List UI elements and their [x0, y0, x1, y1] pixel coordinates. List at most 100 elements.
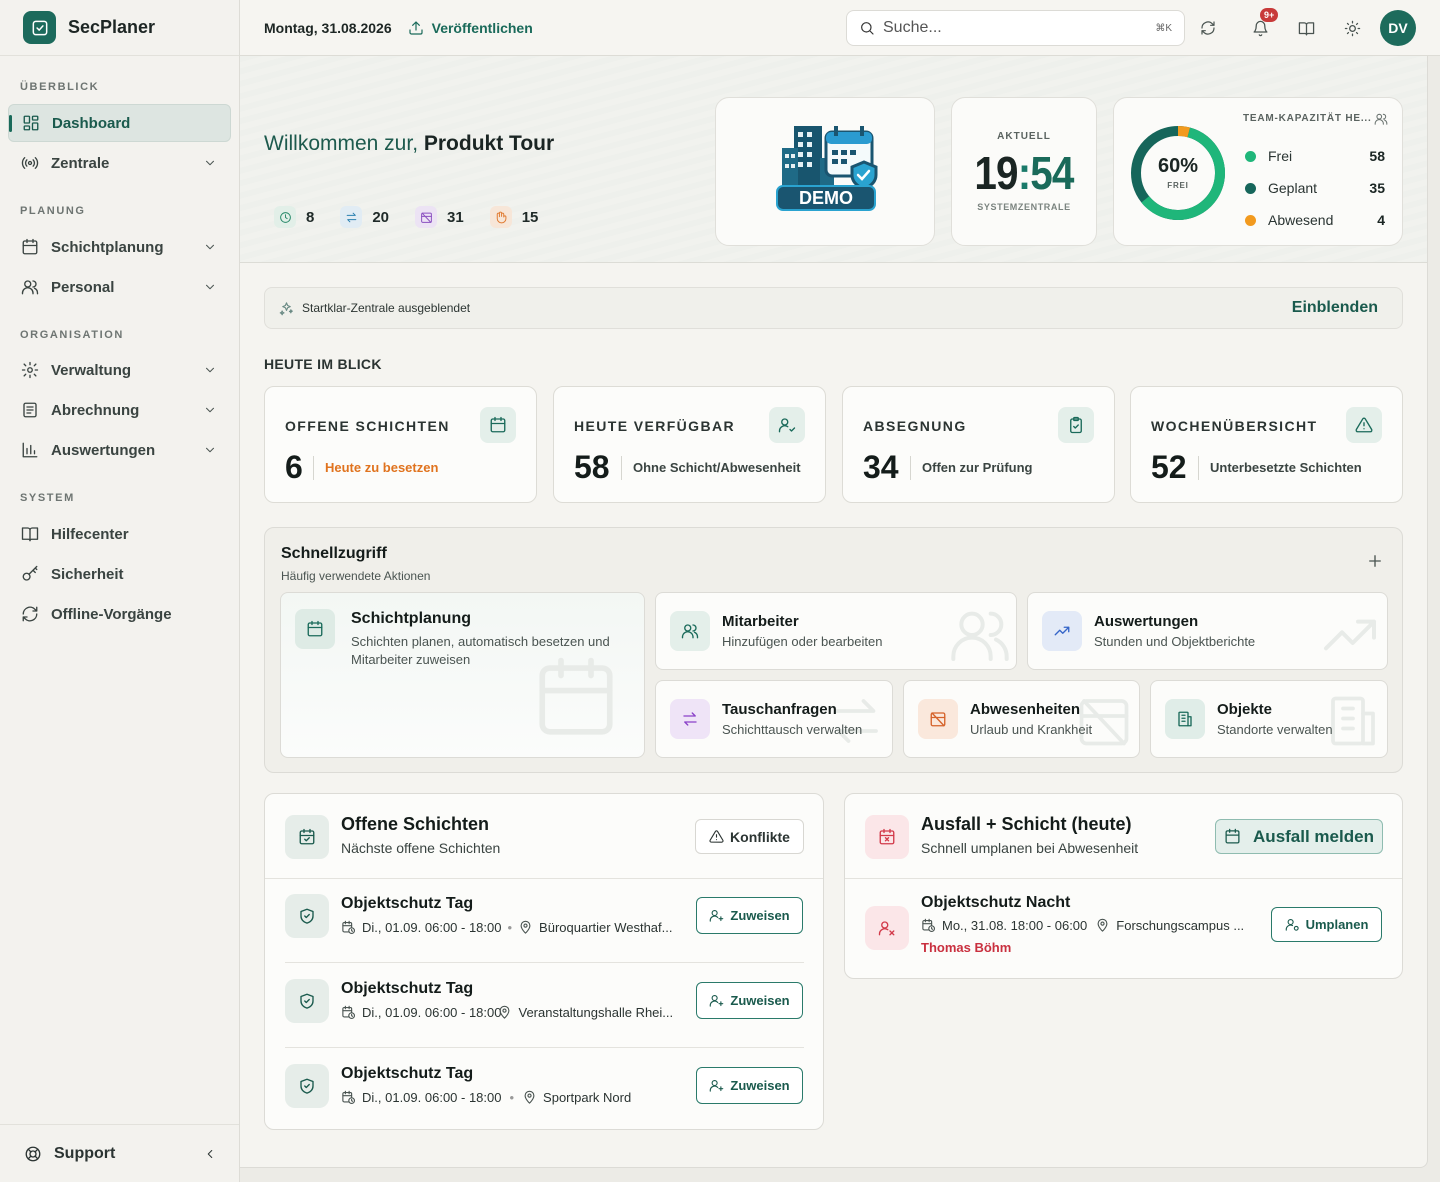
startklar-text: Startklar-Zentrale ausgeblendet: [302, 301, 471, 315]
chevron-down-icon: [205, 244, 215, 250]
quick-action-desc: Urlaub und Krankheit: [970, 722, 1093, 737]
quick-action-tauschanfragen[interactable]: Tauschanfragen Schichttausch verwalten: [655, 680, 893, 758]
stat-value: 20: [372, 208, 390, 226]
kpi-card-wochenuebersicht[interactable]: WOCHENÜBERSICHT 52 Unterbesetzte Schicht…: [1130, 386, 1403, 503]
demo-building-icon: DEMO: [776, 126, 878, 211]
sparkles-icon: [279, 301, 293, 315]
nav-section-ueberblick: ÜBERBLICK: [20, 81, 100, 93]
sidebar-item-hilfecenter[interactable]: Hilfecenter: [8, 515, 231, 553]
quick-action-desc: Schichten planen, automatisch besetzen u…: [351, 634, 610, 667]
clock-hours: 19: [974, 147, 1018, 199]
sidebar-item-offline-vorgaenge[interactable]: Offline-Vorgänge: [8, 595, 231, 633]
sidebar-item-verwaltung[interactable]: Verwaltung: [8, 351, 231, 389]
kpi-card-offene-schichten[interactable]: OFFENE SCHICHTEN 6 Heute zu besetzen: [264, 386, 537, 503]
assign-button[interactable]: Zuweisen: [696, 897, 803, 934]
search-input[interactable]: [883, 19, 1143, 37]
stat-value: 31: [447, 208, 464, 226]
stat-swaps[interactable]: 20: [340, 206, 389, 228]
plus-icon[interactable]: [1366, 552, 1384, 570]
book-open-icon: [1298, 21, 1314, 36]
user-plus-icon: [710, 994, 724, 1007]
kpi-card-heute-verfuegbar[interactable]: HEUTE VERFÜGBAR 58 Ohne Schicht/Abwesenh…: [553, 386, 826, 503]
stat-absences[interactable]: 31: [415, 206, 464, 228]
kpi-card-absegnung[interactable]: ABSEGNUNG 34 Offen zur Prüfung: [842, 386, 1115, 503]
clock-label: AKTUELL: [997, 131, 1051, 142]
clock-time: 19:54: [974, 147, 1074, 199]
legend-item-frei: Frei 58: [1245, 148, 1385, 164]
sidebar-item-schichtplanung[interactable]: Schichtplanung: [8, 228, 231, 266]
nav-section-planung: PLANUNG: [20, 205, 86, 217]
absence-shift-location: Forschungscampus ...: [1116, 918, 1245, 933]
stat-hours[interactable]: 8: [274, 206, 314, 228]
assign-label: Zuweisen: [730, 1078, 790, 1093]
collapse-sidebar-icon[interactable]: [203, 1147, 217, 1161]
replan-button[interactable]: Umplanen: [1271, 907, 1382, 942]
clock-sublabel: SYSTEMZENTRALE: [977, 202, 1071, 212]
shift-row: Objektschutz Tag Di., 01.09. 06:00 - 18:…: [285, 1048, 804, 1133]
hero-stats: 8 20 31 15: [274, 206, 564, 228]
refresh-button[interactable]: [1196, 16, 1220, 40]
map-pin-icon: [524, 1090, 535, 1104]
main-content: Willkommen zur, Produkt Tour 8 20 31 15: [240, 56, 1428, 1168]
shift-meta: Di., 01.09. 06:00 - 18:00 • Büroquartier…: [341, 920, 672, 935]
quick-action-objekte[interactable]: Objekte Standorte verwalten: [1150, 680, 1388, 758]
nav-section-organisation: ORGANISATION: [20, 329, 124, 341]
quick-action-schichtplanung[interactable]: Schichtplanung Schichten planen, automat…: [280, 592, 645, 758]
conflicts-button[interactable]: Konflikte: [695, 819, 804, 854]
calendar-off-icon: [420, 212, 432, 223]
assign-button[interactable]: Zuweisen: [696, 982, 803, 1019]
donut-center: 60% FREI: [1128, 155, 1228, 190]
legend-label: Abwesend: [1268, 212, 1334, 228]
calendar-icon: [22, 238, 38, 255]
sidebar-item-auswertungen[interactable]: Auswertungen: [8, 431, 231, 469]
kpi-desc: Offen zur Prüfung: [922, 460, 1033, 475]
absence-shift-time: Mo., 31.08. 18:00 - 06:00: [942, 918, 1088, 933]
shift-meta: Di., 01.09. 06:00 - 18:00 Veranstaltungs…: [341, 1005, 673, 1020]
sidebar-item-zentrale[interactable]: Zentrale: [8, 144, 231, 182]
notifications-button[interactable]: 9+: [1248, 8, 1279, 40]
replan-label: Umplanen: [1305, 917, 1369, 932]
brand[interactable]: SecPlaner: [0, 0, 239, 56]
quick-action-mitarbeiter[interactable]: Mitarbeiter Hinzufügen oder bearbeiten: [655, 592, 1017, 670]
publish-button[interactable]: Veröffentlichen: [408, 20, 533, 36]
sidebar-item-abrechnung[interactable]: Abrechnung: [8, 391, 231, 429]
shift-location: Sportpark Nord: [543, 1090, 632, 1105]
sidebar-item-dashboard[interactable]: Dashboard: [8, 104, 231, 142]
welcome-heading: Willkommen zur, Produkt Tour: [264, 132, 554, 156]
user-check-icon: [769, 407, 805, 443]
quick-access-subtitle: Häufig verwendete Aktionen: [281, 569, 431, 583]
dashboard-icon: [23, 115, 39, 131]
user-cog-icon: [1285, 918, 1299, 931]
show-startklar-button[interactable]: Einblenden: [1292, 299, 1378, 317]
hand-icon: [496, 211, 507, 223]
broadcast-icon: [21, 157, 39, 169]
quick-action-abwesenheiten[interactable]: Abwesenheiten Urlaub und Krankheit: [903, 680, 1140, 758]
sidebar-item-sicherheit[interactable]: Sicherheit: [8, 555, 231, 593]
user-avatar[interactable]: DV: [1380, 10, 1416, 46]
absence-shift-title: Objektschutz Nacht: [921, 894, 1071, 911]
quick-action-auswertungen[interactable]: Auswertungen Stunden und Objektberichte: [1027, 592, 1388, 670]
sidebar-item-label: Hilfecenter: [51, 525, 129, 543]
search-box[interactable]: ⌘K: [846, 10, 1185, 46]
kpi-desc: Ohne Schicht/Abwesenheit: [633, 460, 801, 475]
calendar-clock-icon: [342, 1005, 355, 1019]
stat-requests[interactable]: 15: [489, 206, 538, 228]
shift-title: Objektschutz Tag: [341, 895, 474, 912]
notification-badge: 9+: [1260, 8, 1279, 22]
kpi-title: HEUTE VERFÜGBAR: [574, 418, 736, 434]
shift-meta: Di., 01.09. 06:00 - 18:00 • Sportpark No…: [341, 1090, 631, 1105]
theme-toggle-button[interactable]: [1340, 16, 1364, 40]
nav-section-system: SYSTEM: [20, 492, 75, 504]
quick-access-title: Schnellzugriff: [281, 545, 387, 562]
legend-value: 35: [1369, 180, 1385, 196]
sidebar-item-personal[interactable]: Personal: [8, 268, 231, 306]
report-absence-button[interactable]: Ausfall melden: [1215, 819, 1383, 854]
assign-button[interactable]: Zuweisen: [696, 1067, 803, 1104]
bar-chart-icon: [22, 442, 38, 458]
help-docs-button[interactable]: [1294, 16, 1318, 40]
shift-time: Di., 01.09. 06:00 - 18:00: [362, 1090, 502, 1105]
trend-bg-icon: [1324, 619, 1376, 651]
demo-badge-card: DEMO: [715, 97, 935, 246]
support-button[interactable]: Support: [0, 1124, 239, 1182]
quick-action-desc: Stunden und Objektberichte: [1094, 634, 1256, 649]
